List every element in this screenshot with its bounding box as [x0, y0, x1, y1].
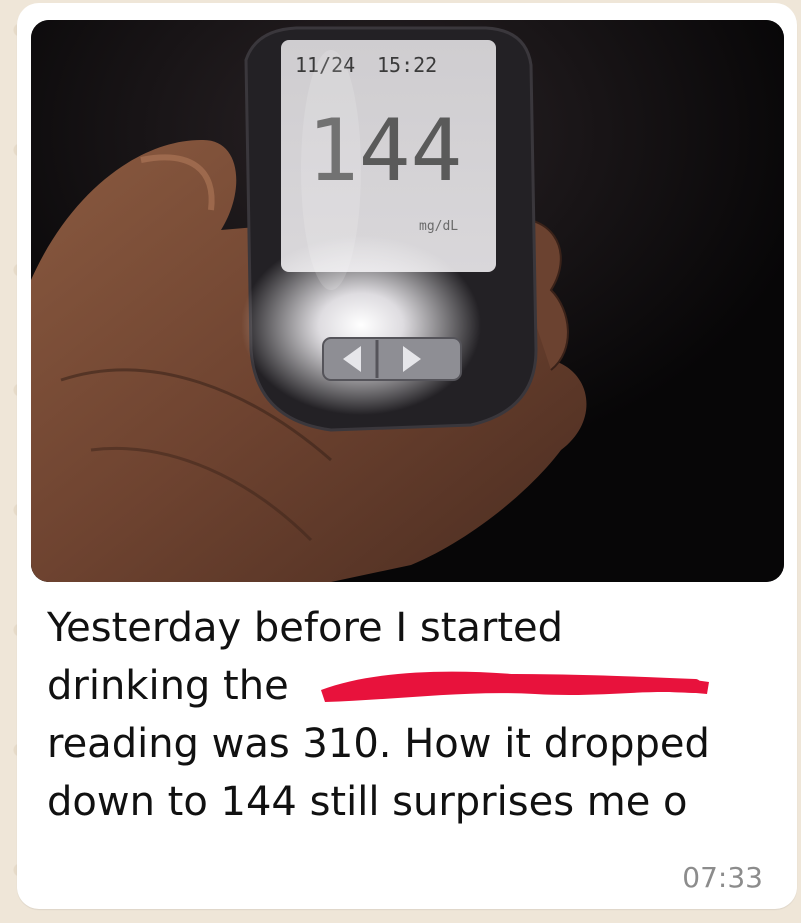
message-bubble[interactable]: 11/24 15:22 144 mg/dL Yesterday before I…	[17, 3, 797, 909]
message-line: reading was 310. How it dropped	[47, 721, 710, 767]
message-timestamp: 07:33	[682, 861, 763, 894]
meter-unit: mg/dL	[419, 219, 458, 234]
message-line: Yesterday before I started	[47, 605, 564, 651]
glucometer-photo-illustration: 11/24 15:22 144 mg/dL	[31, 20, 784, 582]
meter-time: 15:22	[377, 53, 437, 77]
message-line: down to 144 still surprises me o	[47, 779, 688, 825]
redaction-scribble	[321, 671, 709, 702]
glucometer-photo[interactable]: 11/24 15:22 144 mg/dL	[31, 20, 784, 582]
message-text: Yesterday before I started drinking the …	[47, 599, 777, 831]
